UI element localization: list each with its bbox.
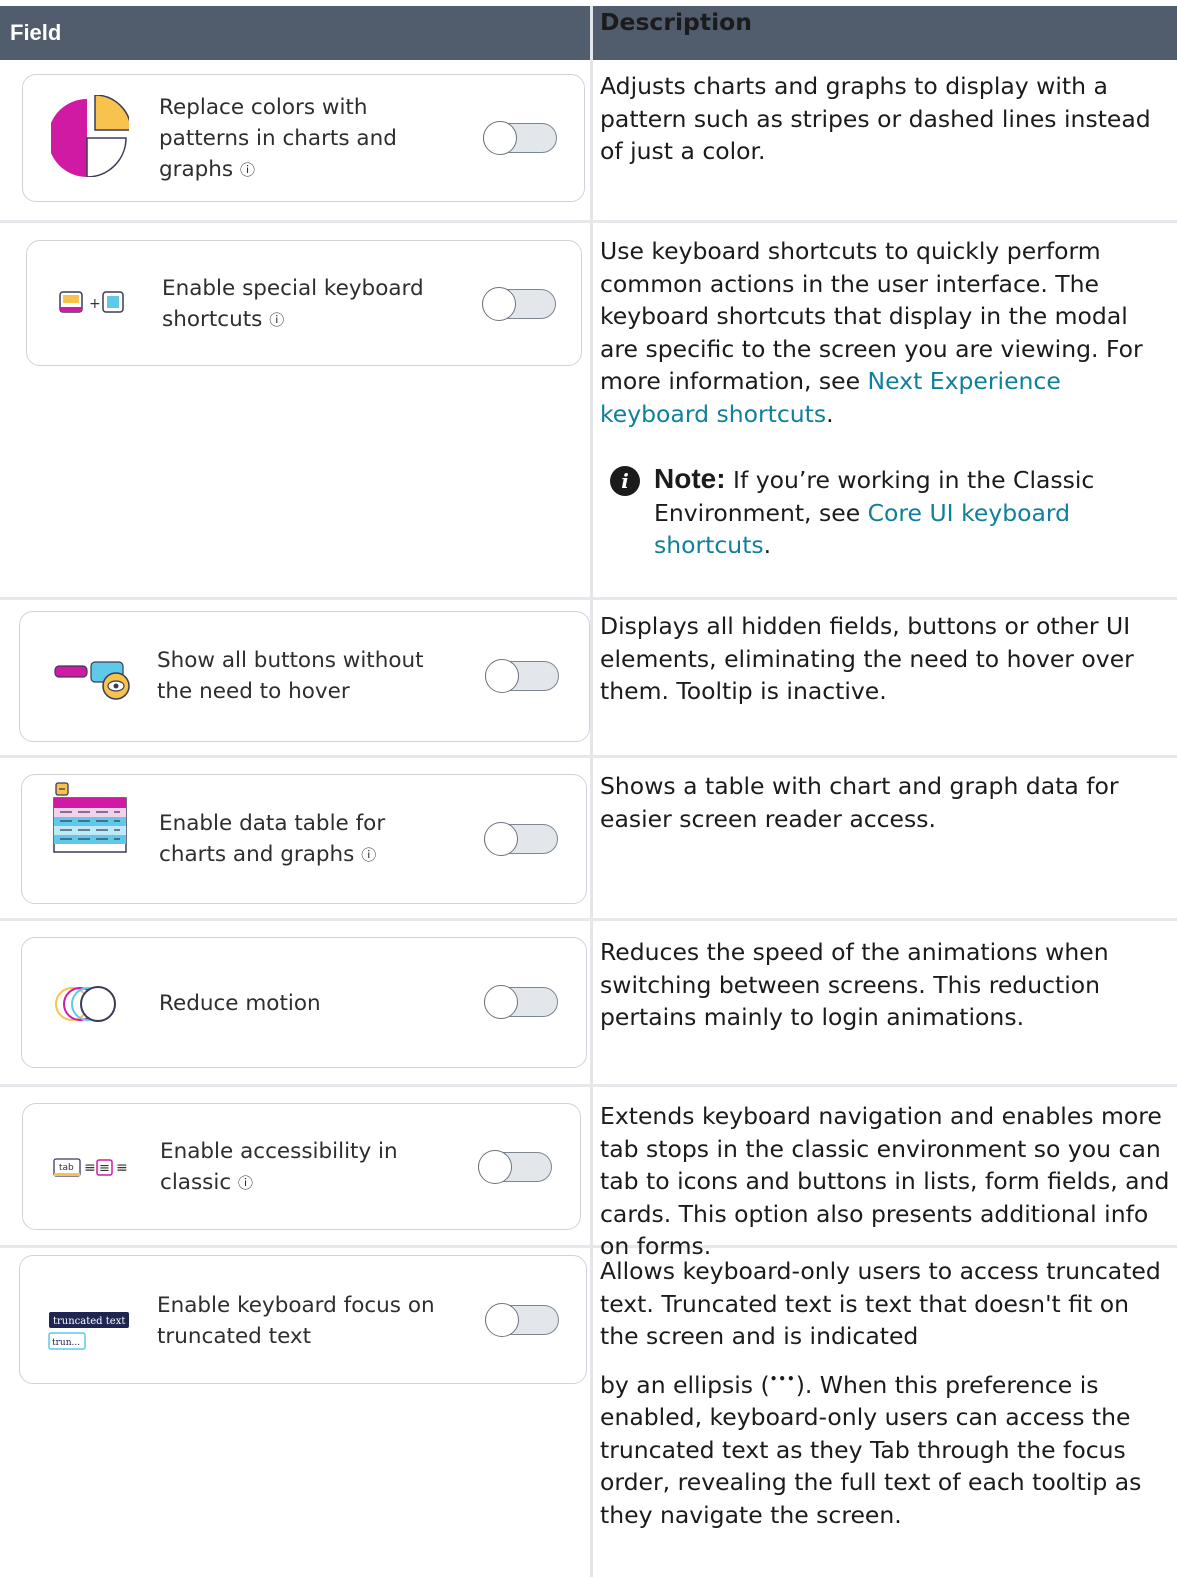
description-text: Reduces the speed of the animations when… <box>600 938 1109 1031</box>
setting-label: Enable accessibility in classic <box>160 1139 398 1195</box>
description-text: by an ellipsis ( <box>600 1370 770 1399</box>
setting-label: Reduce motion <box>159 991 321 1016</box>
setting-card-show-buttons: Show all buttons without the need to hov… <box>19 611 590 742</box>
description-text: Allows keyboard-only users to access tru… <box>600 1257 1161 1350</box>
description-text: Displays all hidden fields, buttons or o… <box>600 612 1134 705</box>
svg-text:≡: ≡ <box>84 1160 96 1176</box>
row-divider <box>0 1084 1177 1087</box>
setting-card-shortcuts: + Enable special keyboard shortcuts ⓘ <box>26 240 582 366</box>
toggle-switch[interactable] <box>478 1150 552 1184</box>
info-circle-icon: i <box>610 466 640 496</box>
toggle-switch[interactable] <box>484 822 558 856</box>
svg-text:+: + <box>89 296 101 312</box>
info-icon[interactable]: ⓘ <box>361 846 376 864</box>
setting-label: Enable data table for charts and graphs <box>159 811 386 867</box>
column-header-field: Field <box>10 20 62 45</box>
truncated-text-icon: truncated text trun... <box>48 1312 129 1350</box>
description-text: Adjusts charts and graphs to display wit… <box>600 72 1151 165</box>
toggle-switch[interactable] <box>484 985 558 1019</box>
svg-text:≡: ≡ <box>116 1160 128 1176</box>
svg-text:≡: ≡ <box>99 1161 110 1176</box>
toggle-knob <box>484 985 518 1019</box>
row-divider <box>0 597 1177 600</box>
toggle-knob <box>485 659 519 693</box>
settings-reference-table: Field Description Replace colors with pa… <box>0 0 1177 1577</box>
toggle-switch[interactable] <box>485 1303 559 1337</box>
setting-card-data-table: Enable data table for charts and graphs … <box>21 774 587 904</box>
toggle-knob <box>482 287 516 321</box>
setting-card-classic-accessibility: tab ≡ ≡ ≡ Enable accessibility in classi… <box>22 1103 581 1230</box>
row-divider <box>0 220 1177 223</box>
row-divider <box>0 755 1177 758</box>
motion-circles-icon <box>55 986 116 1022</box>
truncated-text-full: truncated text <box>53 1316 125 1327</box>
setting-card-reduce-motion: Reduce motion <box>21 937 587 1068</box>
description-text-end: . <box>826 399 834 428</box>
toggle-knob <box>483 121 517 155</box>
toggle-switch[interactable] <box>483 121 557 155</box>
info-icon[interactable]: ⓘ <box>238 1174 253 1192</box>
row-divider <box>0 918 1177 921</box>
description-text: Extends keyboard navigation and enables … <box>600 1102 1170 1260</box>
hover-buttons-icon <box>54 661 130 700</box>
setting-label: Enable special keyboard shortcuts <box>162 276 424 332</box>
ellipsis-glyph: ••• <box>769 1371 796 1386</box>
toggle-knob <box>485 1303 519 1337</box>
note-title: Note: <box>654 463 726 494</box>
column-header-description: Description <box>600 8 752 36</box>
tab-key-text: tab <box>59 1163 74 1173</box>
setting-card-truncated-focus: truncated text trun... Enable keyboard f… <box>19 1255 587 1384</box>
data-table-icon <box>53 782 127 853</box>
toggle-knob <box>484 822 518 856</box>
note-callout: i Note: If you’re working in the Classic… <box>610 463 1170 573</box>
toggle-switch[interactable] <box>482 287 556 321</box>
setting-label: Replace colors with patterns in charts a… <box>159 95 397 182</box>
info-icon[interactable]: ⓘ <box>240 161 255 179</box>
setting-label: Enable keyboard focus on truncated text <box>157 1293 435 1349</box>
toggle-knob <box>478 1150 512 1184</box>
toggle-switch[interactable] <box>485 659 559 693</box>
setting-card-patterns: Replace colors with patterns in charts a… <box>22 74 585 202</box>
table-header: Field Description <box>0 6 1177 60</box>
setting-label: Show all buttons without the need to hov… <box>157 648 424 704</box>
keyboard-shortcut-icon: + <box>59 291 124 313</box>
column-divider <box>590 6 593 1577</box>
info-icon[interactable]: ⓘ <box>269 311 284 329</box>
truncated-text-short: trun... <box>52 1338 80 1348</box>
tab-stops-icon: tab ≡ ≡ ≡ <box>53 1158 128 1177</box>
note-text-end: . <box>763 531 772 559</box>
description-text: Shows a table with chart and graph data … <box>600 772 1119 833</box>
pie-chart-icon <box>51 95 129 177</box>
